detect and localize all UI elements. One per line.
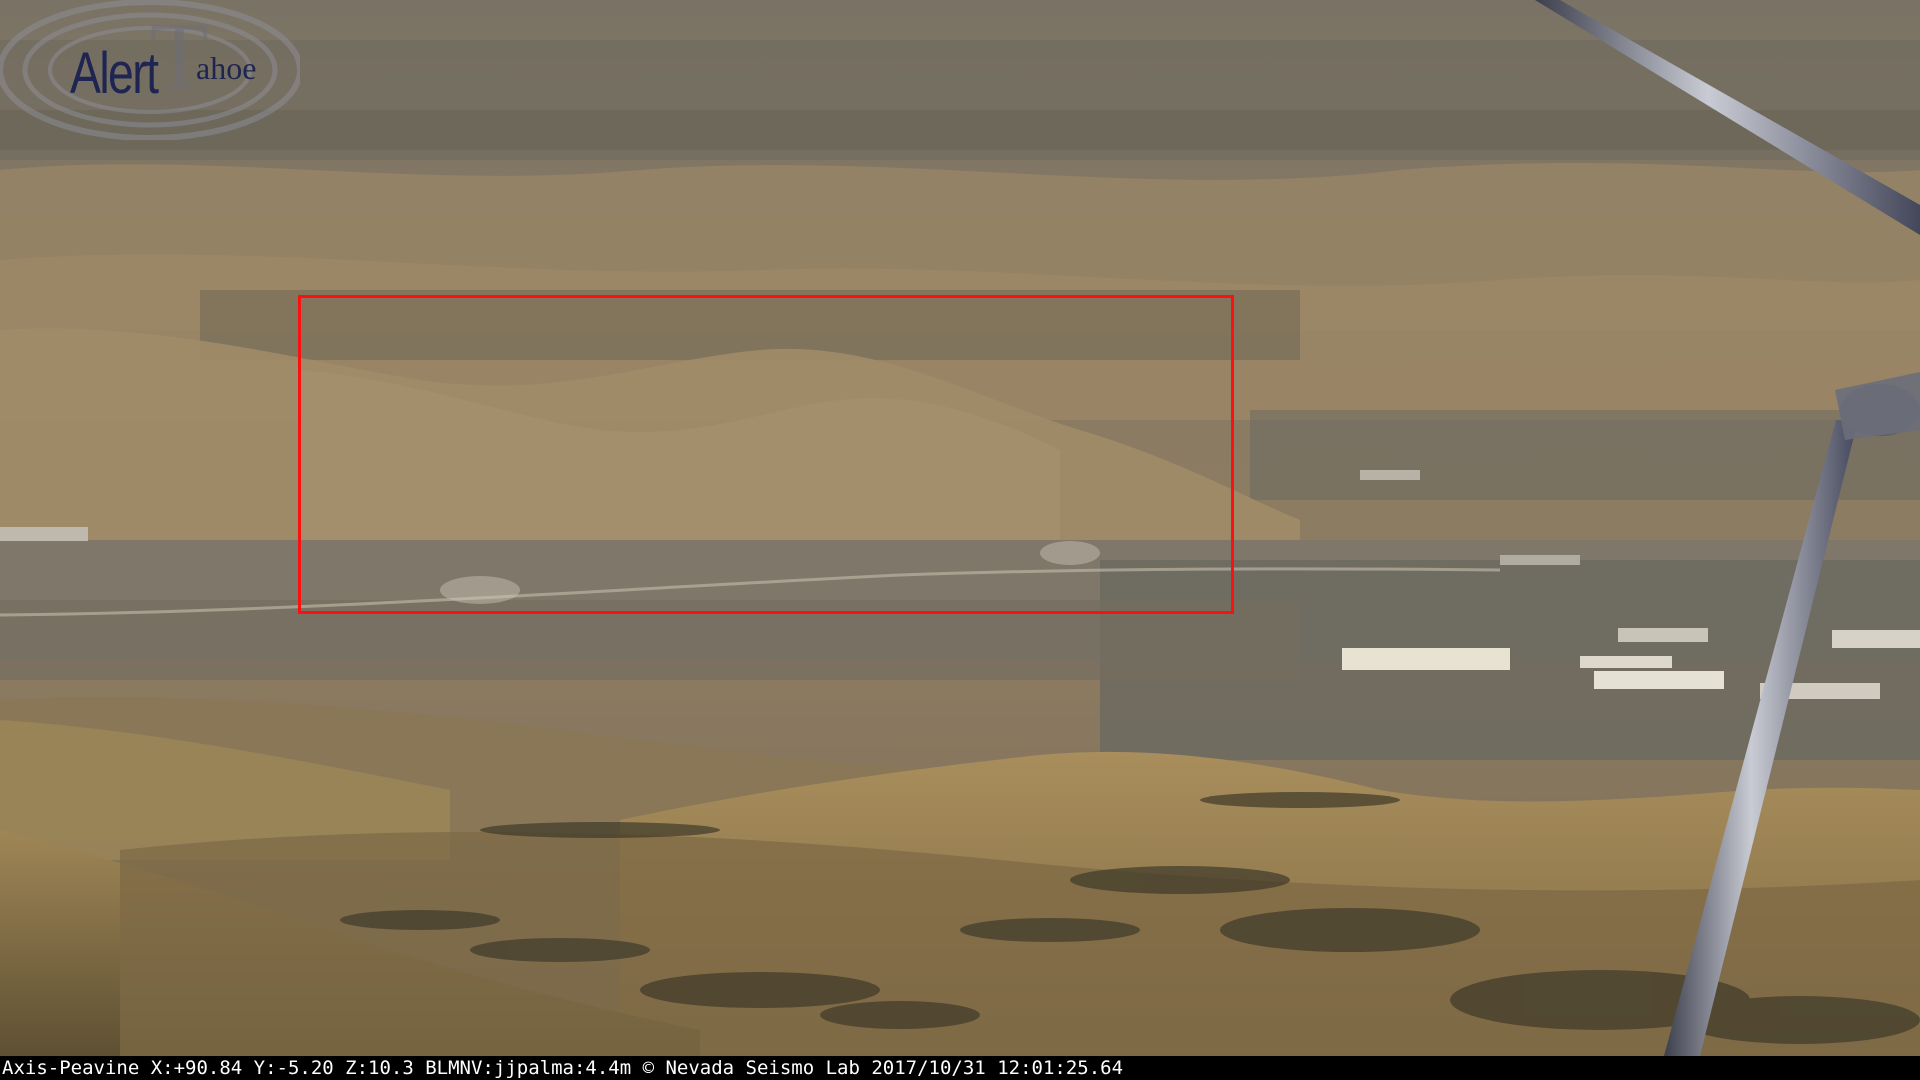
detection-highlight-box bbox=[298, 295, 1234, 614]
logo-word-tahoe-tail: ahoe bbox=[196, 50, 257, 86]
logo-word-alert: Alert bbox=[70, 41, 159, 106]
camera-status-bar: Axis-Peavine X:+90.84 Y:-5.20 Z:10.3 BLM… bbox=[0, 1056, 1920, 1080]
camera-caption: Axis-Peavine X:+90.84 Y:-5.20 Z:10.3 BLM… bbox=[2, 1057, 1124, 1079]
alert-tahoe-logo: T Alert ahoe bbox=[0, 0, 300, 140]
camera-frame: T Alert ahoe Axis-Peavine X:+90.84 Y:-5.… bbox=[0, 0, 1920, 1080]
